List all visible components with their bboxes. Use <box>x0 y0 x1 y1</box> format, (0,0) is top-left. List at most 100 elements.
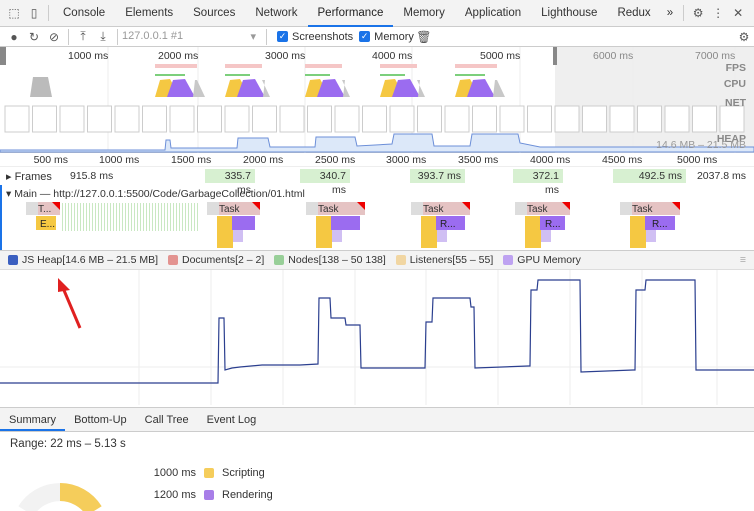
ruler-tick: 3500 ms <box>458 154 499 166</box>
tab-bottom-up[interactable]: Bottom-Up <box>65 408 136 431</box>
cpu-other <box>193 80 205 97</box>
counter-toggle[interactable]: Nodes[138 – 50 138] <box>266 254 386 266</box>
counter-checkbox[interactable] <box>395 255 406 265</box>
trash-icon[interactable]: 🗑 <box>414 30 434 44</box>
capture-settings-icon[interactable]: ⚙ <box>734 30 754 44</box>
reload-icon[interactable]: ↻ <box>24 30 44 44</box>
divider <box>683 5 685 21</box>
tab-redux[interactable]: Redux <box>607 0 660 27</box>
ruler-tick: 5000 ms <box>677 154 718 166</box>
tab-performance[interactable]: Performance <box>307 0 394 27</box>
tab-console[interactable]: Console <box>53 0 115 27</box>
ruler-tick: 2000 ms <box>243 154 284 166</box>
ruler-tick: 3000 ms <box>386 154 427 166</box>
memory-checkbox[interactable]: ✓ <box>359 31 371 42</box>
counter-checkbox[interactable] <box>503 255 514 265</box>
close-icon[interactable]: ✕ <box>728 6 748 20</box>
counter-checkbox[interactable] <box>168 255 178 265</box>
flamechart[interactable]: T... Task Task Task Task Task E... R... R... R... <box>0 185 754 250</box>
inspect-element-icon[interactable]: ⬚ <box>4 6 24 20</box>
screenshot-thumbnail <box>197 105 222 133</box>
counter-checkbox[interactable] <box>8 255 18 265</box>
flamechart-ruler: 500 ms 1000 ms 1500 ms 2000 ms 2500 ms 3000 m… <box>0 153 754 167</box>
rendering-event <box>331 216 360 230</box>
divider <box>117 28 118 45</box>
timeline-overview[interactable]: 1000 ms 2000 ms 3000 ms 4000 ms 5000 ms 6000 … <box>0 47 754 153</box>
more-tabs-button[interactable]: » <box>661 0 679 27</box>
memory-graph[interactable] <box>0 270 754 405</box>
cpu-other <box>493 80 505 97</box>
frame-duration[interactable]: 335.7 ms <box>205 169 255 196</box>
cpu-idle <box>30 77 52 97</box>
ruler-tick: 500 ms <box>33 154 68 166</box>
gear-icon[interactable]: ⚙ <box>688 6 708 20</box>
scripting-subevent <box>217 230 233 248</box>
fps-frame <box>455 74 485 76</box>
screenshot-thumbnail <box>4 105 30 133</box>
rendering-subevent <box>437 230 447 242</box>
tab-summary[interactable]: Summary <box>0 408 66 431</box>
counter-label: Nodes[138 – 50 138] <box>288 254 386 266</box>
frame-duration[interactable]: 372.1 ms <box>513 169 563 196</box>
small-event <box>164 203 165 231</box>
device-toolbar-icon[interactable]: ▯ <box>24 6 44 20</box>
small-event <box>161 203 162 231</box>
record-icon[interactable]: ● <box>4 30 24 44</box>
small-event <box>101 203 102 231</box>
ruler-tick: 2500 ms <box>315 154 356 166</box>
fps-bar <box>305 64 342 68</box>
small-event <box>146 203 147 231</box>
counter-label: JS Heap[14.6 MB – 21.5 MB] <box>22 254 158 266</box>
frames-track[interactable]: ▸ Frames 915.8 ms 335.7 ms 340.7 ms 393.7 m… <box>0 167 754 196</box>
frame-duration[interactable]: 915.8 ms <box>66 169 117 183</box>
heap-range-label: 14.6 MB – 21.5 MB <box>656 139 746 151</box>
overview-tick: 7000 ms <box>695 50 736 62</box>
tab-sources[interactable]: Sources <box>183 0 245 27</box>
counter-toggle[interactable]: GPU Memory <box>495 254 581 266</box>
frame-duration[interactable]: 2037.8 ms <box>690 169 750 183</box>
upload-icon[interactable]: ⤒ <box>73 29 93 44</box>
small-event <box>173 203 174 231</box>
frame-duration[interactable]: 492.5 ms <box>613 169 686 183</box>
small-event <box>182 203 183 231</box>
small-event <box>188 203 189 231</box>
counter-toggle[interactable]: JS Heap[14.6 MB – 21.5 MB] <box>0 254 158 266</box>
drag-handle-icon[interactable]: ≡ <box>740 254 746 266</box>
summary-swatch <box>204 468 214 478</box>
frame-duration[interactable]: 393.7 ms <box>410 169 465 183</box>
counter-checkbox[interactable] <box>274 255 285 265</box>
download-icon[interactable]: ⤓ <box>93 29 113 44</box>
screenshot-thumbnail <box>444 105 470 133</box>
clear-icon[interactable]: ⊘ <box>44 30 64 44</box>
pie-slice-scripting <box>59 483 102 511</box>
small-event <box>104 203 105 231</box>
tab-elements[interactable]: Elements <box>115 0 183 27</box>
tab-event-log[interactable]: Event Log <box>198 408 266 431</box>
divider <box>68 28 69 45</box>
screenshots-checkbox[interactable]: ✓ <box>277 31 288 42</box>
task-label: Task <box>423 204 445 215</box>
small-event <box>197 203 198 231</box>
frame-duration[interactable]: 340.7 ms <box>300 169 350 196</box>
event-label: R... <box>545 219 561 230</box>
tab-call-tree[interactable]: Call Tree <box>136 408 198 431</box>
screenshot-thumbnail <box>224 105 250 133</box>
screenshot-thumbnail <box>169 105 195 133</box>
memory-label: Memory <box>374 30 414 43</box>
event-label: E... <box>40 219 55 230</box>
small-event <box>98 203 99 231</box>
tab-lighthouse[interactable]: Lighthouse <box>531 0 607 27</box>
main-thread-track[interactable]: ▾ Main — http://127.0.0.1:5500/Code/Garb… <box>0 185 754 250</box>
tab-application[interactable]: Application <box>455 0 531 27</box>
small-event <box>176 203 177 231</box>
profile-select-value: 127.0.0.1 #1 <box>122 30 184 42</box>
frames-expand-icon[interactable]: ▸ Frames <box>6 170 52 183</box>
tab-memory[interactable]: Memory <box>393 0 455 27</box>
counter-toggle[interactable]: Documents[2 – 2] <box>160 254 264 266</box>
screenshot-thumbnail <box>114 105 140 133</box>
tab-network[interactable]: Network <box>245 0 307 27</box>
small-event <box>89 203 90 231</box>
counter-toggle[interactable]: Listeners[55 – 55] <box>388 254 493 266</box>
profile-select[interactable]: 127.0.0.1 #1 ▾ <box>122 30 262 43</box>
more-options-icon[interactable]: ⋮ <box>708 6 728 20</box>
